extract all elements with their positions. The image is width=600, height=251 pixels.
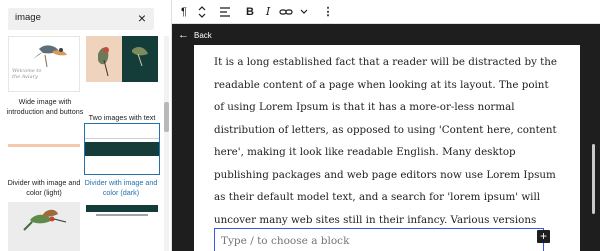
italic-button[interactable]: I [262, 4, 274, 20]
search-input-value: image [15, 12, 41, 23]
bird-illustration [9, 37, 79, 91]
paragraph-icon[interactable]: ¶ [178, 4, 190, 20]
pattern-divider-dark[interactable] [84, 123, 160, 175]
arrow-left-icon: ← [178, 29, 189, 41]
move-up-down-icon[interactable] [196, 4, 208, 20]
divider-stripe [8, 144, 80, 147]
scrollbar-thumb[interactable] [164, 102, 169, 132]
appender-placeholder: Type / to choose a block [221, 235, 350, 247]
align-icon[interactable] [218, 4, 232, 20]
bold-button[interactable]: B [244, 4, 256, 20]
pattern-label-active: Divider with image and color (dark) [84, 178, 158, 197]
more-formatting-button[interactable] [298, 4, 310, 20]
editor-area: ¶ B I ⋮ ← Back It is a long established f… [172, 0, 600, 251]
link-button[interactable] [278, 4, 294, 20]
pattern-dark-banner[interactable] [86, 202, 158, 251]
divider-stripe [85, 138, 159, 141]
banner-band [86, 205, 158, 212]
pattern-label: Two images with text [88, 113, 156, 122]
block-toolbar: ¶ B I ⋮ [172, 0, 600, 24]
chevron-down-icon [300, 9, 308, 14]
thumb-heading: Welcome to the Aviary [12, 68, 42, 80]
align-left-icon [220, 7, 230, 17]
options-button[interactable]: ⋮ [322, 4, 334, 20]
search-input[interactable]: image × [8, 8, 154, 30]
inserter-scrollbar[interactable] [164, 36, 169, 251]
pattern-image-bird[interactable] [8, 202, 80, 251]
close-icon[interactable]: × [138, 10, 146, 27]
two-images-illustration [86, 36, 158, 110]
chevron-up-down-icon [198, 6, 206, 18]
hummingbird-illustration [8, 202, 80, 251]
canvas-scrollbar[interactable] [592, 144, 595, 214]
block-appender[interactable]: Type / to choose a block [214, 228, 544, 251]
pattern-divider-light[interactable] [8, 140, 80, 172]
pattern-two-images-with-text[interactable] [86, 36, 158, 110]
pattern-label: Divider with image and color (light) [7, 178, 81, 197]
pattern-wide-image-with-introduction[interactable]: Welcome to the Aviary [8, 36, 80, 92]
back-button[interactable]: ← Back [178, 28, 212, 42]
link-icon [279, 9, 293, 15]
pattern-inserter-panel: image × Welcome to the Aviary Wide image… [0, 0, 172, 251]
editor-canvas: ← Back It is a long established fact that… [172, 24, 600, 251]
divider-band [85, 142, 159, 156]
back-label: Back [194, 31, 212, 40]
banner-detail [96, 214, 148, 216]
editor-page: It is a long established fact that a rea… [194, 45, 580, 251]
pattern-label: Wide image with introduction and buttons [6, 97, 84, 116]
paragraph-block[interactable]: It is a long established fact that a rea… [214, 51, 560, 251]
add-block-button[interactable]: + [537, 230, 550, 243]
